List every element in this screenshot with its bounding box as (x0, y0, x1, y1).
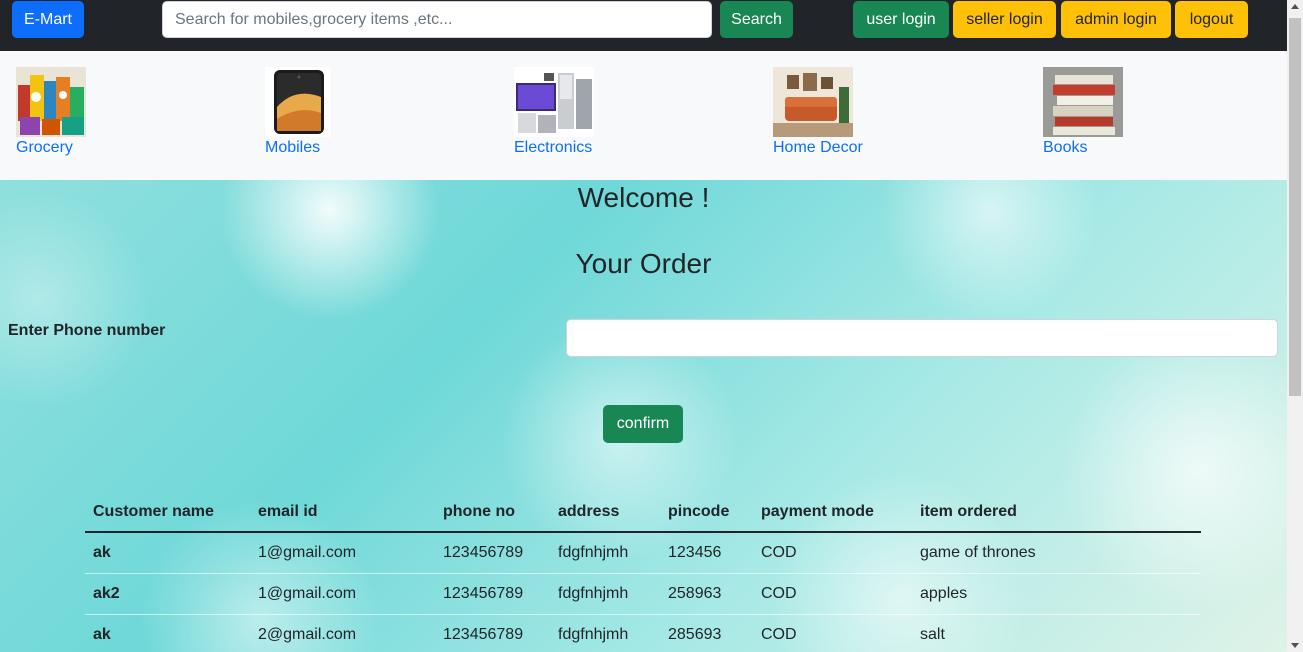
search-input[interactable] (162, 1, 712, 38)
header-phone-no: phone no (435, 492, 550, 533)
table-header-row: Customer name email id phone no address … (85, 492, 1201, 533)
page-title: Your Order (575, 248, 712, 279)
admin-login-button[interactable]: admin login (1061, 1, 1171, 38)
header-item-ordered: item ordered (912, 492, 1201, 533)
cell-address: fdgfnhjmh (550, 532, 660, 574)
cell-phone: 123456789 (435, 573, 550, 615)
category-bar: Grocery Mobiles Electronics Home Decor B… (0, 51, 1287, 180)
cell-pincode: 123456 (660, 532, 753, 574)
category-label-books[interactable]: Books (1043, 139, 1087, 157)
header-payment-mode: payment mode (753, 492, 912, 533)
header-pincode: pincode (660, 492, 753, 533)
category-label-electronics[interactable]: Electronics (514, 139, 592, 157)
living-room-image[interactable] (773, 67, 853, 137)
phone-input[interactable] (566, 319, 1278, 357)
cell-email: 1@gmail.com (250, 573, 435, 615)
electronics-image[interactable] (514, 67, 594, 137)
cell-phone: 123456789 (435, 532, 550, 574)
table-row: ak 2@gmail.com 123456789 fdgfnhjmh 28569… (85, 614, 1201, 652)
confirm-button[interactable]: confirm (603, 405, 683, 443)
smartphone-image[interactable] (265, 67, 331, 137)
phone-label: Enter Phone number (8, 322, 166, 339)
cell-address: fdgfnhjmh (550, 614, 660, 652)
category-home-decor[interactable]: Home Decor (773, 67, 863, 156)
seller-login-button[interactable]: seller login (953, 1, 1056, 38)
search-button[interactable]: Search (720, 1, 793, 38)
cell-email: 1@gmail.com (250, 532, 435, 574)
category-books[interactable]: Books (1043, 67, 1123, 156)
scrollbar-thumb[interactable] (1289, 18, 1301, 396)
cell-phone: 123456789 (435, 614, 550, 652)
books-stack-image[interactable] (1043, 67, 1123, 137)
scroll-up-arrow-icon[interactable] (1291, 4, 1299, 9)
cell-customer-name: ak2 (85, 573, 250, 615)
table-row: ak 1@gmail.com 123456789 fdgfnhjmh 12345… (85, 532, 1201, 574)
cell-pincode: 258963 (660, 573, 753, 615)
header-email-id: email id (250, 492, 435, 533)
cell-customer-name: ak (85, 614, 250, 652)
category-label-home-decor[interactable]: Home Decor (773, 139, 863, 157)
welcome-heading: Welcome ! (577, 182, 710, 213)
top-navbar: E-Mart Search user login seller login ad… (0, 0, 1287, 51)
cell-email: 2@gmail.com (250, 614, 435, 652)
scroll-down-arrow-icon[interactable] (1291, 643, 1299, 648)
cell-payment-mode: COD (753, 573, 912, 615)
category-grocery[interactable]: Grocery (16, 67, 86, 156)
category-label-grocery[interactable]: Grocery (16, 139, 73, 157)
category-electronics[interactable]: Electronics (514, 67, 594, 156)
cell-customer-name: ak (85, 532, 250, 574)
cell-payment-mode: COD (753, 614, 912, 652)
header-address: address (550, 492, 660, 533)
brand-button[interactable]: E-Mart (12, 1, 84, 38)
cell-payment-mode: COD (753, 532, 912, 574)
cell-item-ordered: game of thrones (912, 532, 1201, 574)
cell-item-ordered: salt (912, 614, 1201, 652)
header-customer-name: Customer name (85, 492, 250, 533)
cell-address: fdgfnhjmh (550, 573, 660, 615)
order-lookup-section: Welcome ! Your Order Enter Phone number … (0, 180, 1287, 652)
category-mobiles[interactable]: Mobiles (265, 67, 331, 156)
cell-item-ordered: apples (912, 573, 1201, 615)
page-scrollbar[interactable] (1287, 0, 1303, 652)
category-label-mobiles[interactable]: Mobiles (265, 139, 320, 157)
logout-button[interactable]: logout (1175, 1, 1248, 38)
orders-table: Customer name email id phone no address … (85, 492, 1201, 652)
cell-pincode: 285693 (660, 614, 753, 652)
grocery-image[interactable] (16, 67, 86, 137)
table-row: ak2 1@gmail.com 123456789 fdgfnhjmh 2589… (85, 573, 1201, 615)
user-login-button[interactable]: user login (853, 1, 949, 38)
